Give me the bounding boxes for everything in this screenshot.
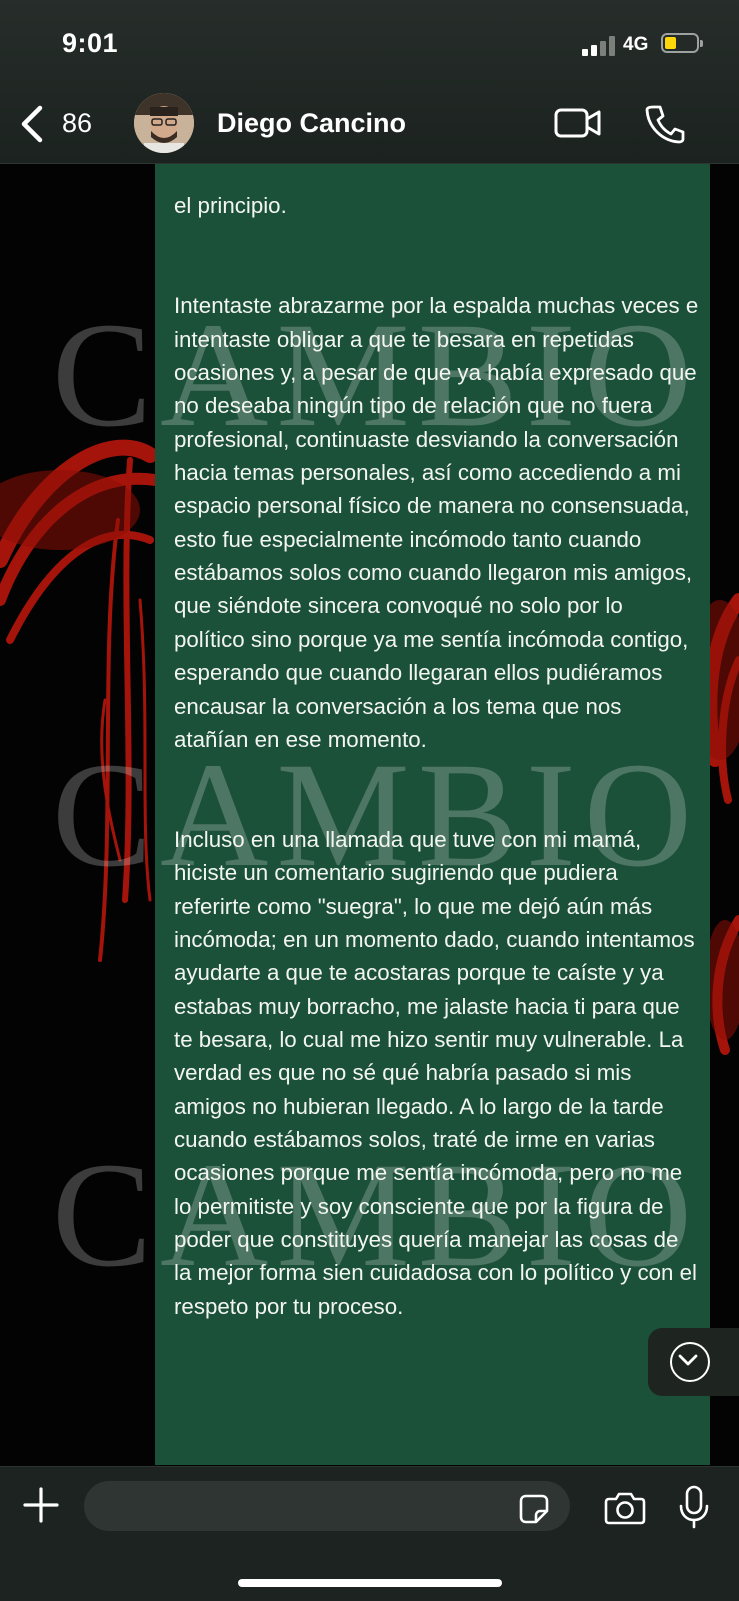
message-paragraph: Incluso en una llamada que tuve con mi m…	[174, 826, 698, 1319]
contact-name[interactable]: Diego Cancino	[217, 108, 406, 139]
signal-icon	[582, 36, 618, 56]
message-text: el principio. Intentaste abrazarme por l…	[174, 170, 699, 1390]
network-type: 4G	[623, 34, 649, 55]
battery-icon	[661, 33, 703, 53]
chat-header: 9:01 4G 86 Diego Cancino	[0, 0, 739, 164]
phone-icon[interactable]	[645, 104, 685, 144]
sticker-icon[interactable]	[518, 1493, 550, 1525]
message-input[interactable]	[84, 1481, 570, 1531]
home-indicator	[238, 1579, 502, 1587]
plus-icon[interactable]	[23, 1487, 59, 1523]
status-time: 9:01	[62, 28, 119, 58]
unread-count[interactable]: 86	[62, 108, 92, 139]
camera-icon[interactable]	[604, 1491, 646, 1525]
microphone-icon[interactable]	[679, 1485, 709, 1529]
scroll-down-button[interactable]	[648, 1328, 739, 1396]
chevron-left-icon[interactable]	[18, 104, 48, 144]
compose-bar	[0, 1466, 739, 1601]
message-paragraph: Intentaste abrazarme por la espalda much…	[174, 293, 699, 752]
avatar[interactable]	[134, 93, 194, 153]
message-paragraph: el principio.	[174, 193, 287, 219]
video-camera-icon[interactable]	[554, 107, 602, 139]
chevron-down-icon	[670, 1342, 710, 1382]
